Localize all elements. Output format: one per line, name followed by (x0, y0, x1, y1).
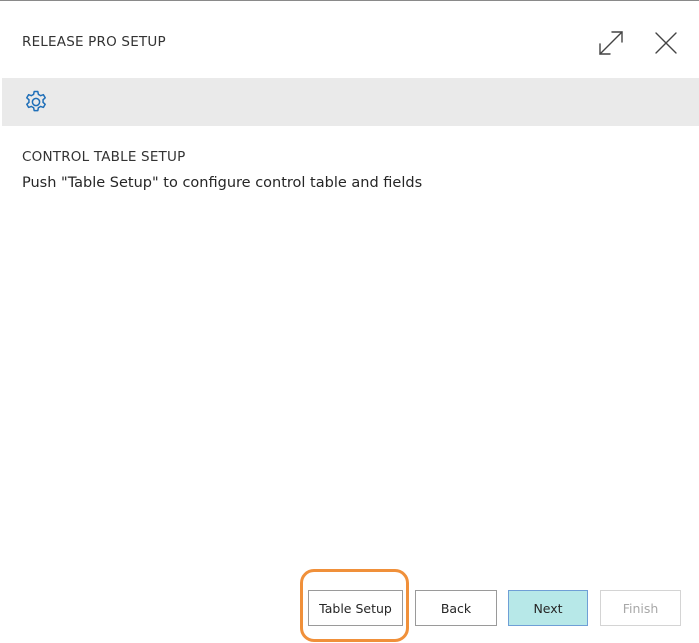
close-button[interactable] (652, 29, 680, 57)
setup-dialog: RELEASE PRO SETUP CONTROL TABLE SETUP Pu… (0, 0, 699, 643)
close-icon (655, 32, 677, 54)
dialog-title: RELEASE PRO SETUP (22, 34, 166, 50)
back-button[interactable]: Back (415, 590, 497, 626)
section-title: CONTROL TABLE SETUP (22, 149, 186, 165)
content-area: CONTROL TABLE SETUP Push "Table Setup" t… (22, 149, 682, 191)
finish-button[interactable]: Finish (600, 590, 681, 626)
settings-button[interactable] (22, 88, 50, 116)
dialog-footer: Table Setup Back Next Finish (0, 569, 699, 642)
dialog-header: RELEASE PRO SETUP (0, 1, 699, 77)
expand-button[interactable] (597, 29, 625, 57)
table-setup-button[interactable]: Table Setup (308, 590, 403, 626)
expand-icon (599, 31, 623, 55)
gear-icon (26, 90, 46, 112)
section-instructions: Push "Table Setup" to configure control … (22, 175, 423, 191)
next-button[interactable]: Next (508, 590, 588, 626)
action-bar (2, 78, 699, 126)
